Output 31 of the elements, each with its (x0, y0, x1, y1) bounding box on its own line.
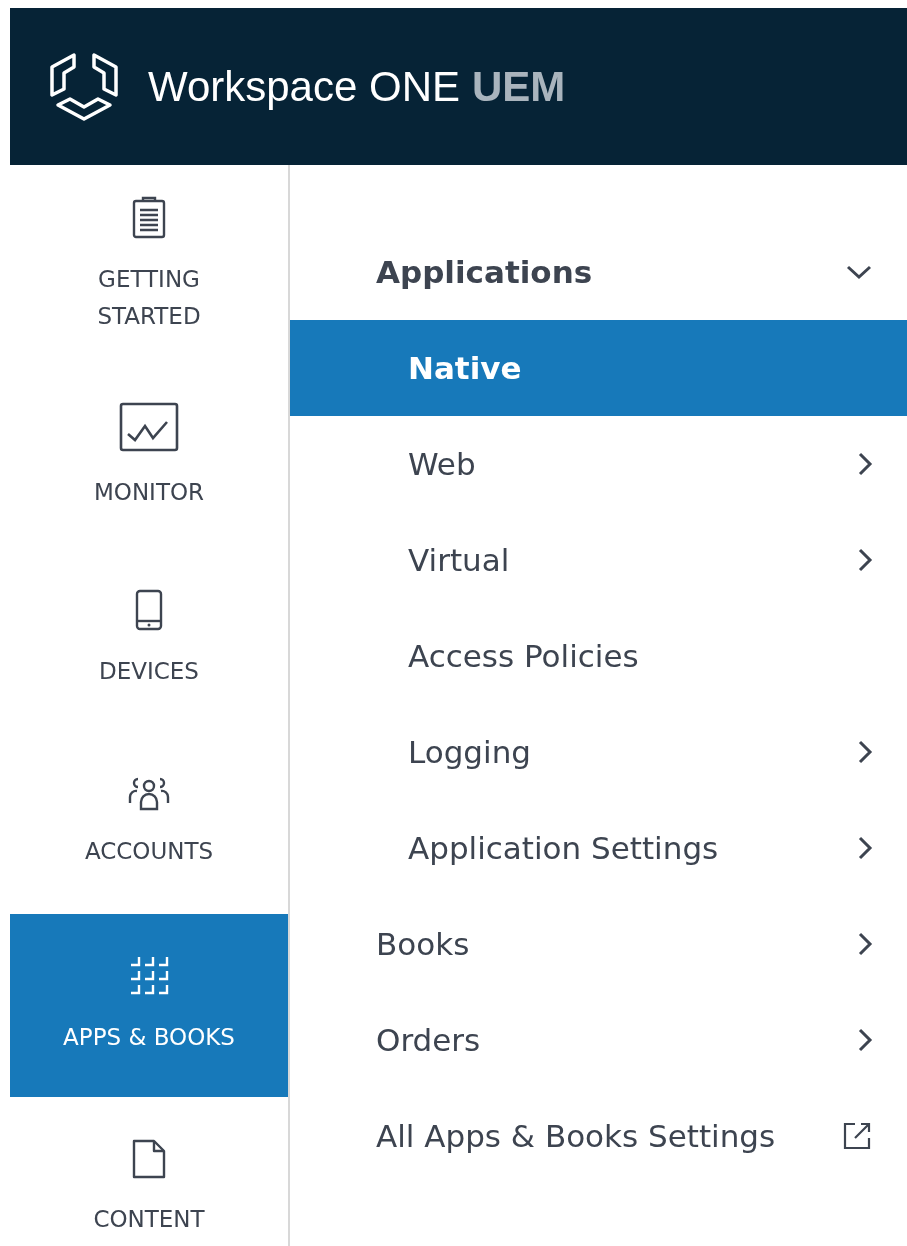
chevron-right-icon (857, 931, 873, 957)
menu-item[interactable]: Logging (290, 704, 907, 800)
menu-item[interactable]: Access Policies (290, 608, 907, 704)
chevron-right-icon (857, 1027, 873, 1053)
chart-screen-icon (119, 402, 179, 452)
document-icon (132, 1139, 166, 1179)
menu-item[interactable]: Native (290, 320, 907, 416)
people-icon (128, 775, 170, 811)
menu-item[interactable]: Orders (290, 992, 907, 1088)
sidebar-item[interactable]: MONITOR (10, 365, 288, 548)
clipboard-icon (131, 195, 167, 239)
sidebar-item[interactable]: CONTENT (10, 1097, 288, 1246)
chevron-right-icon (857, 835, 873, 861)
menu-item[interactable]: Virtual (290, 512, 907, 608)
menu-item[interactable]: Applications (290, 224, 907, 320)
sidebar-item[interactable]: DEVICES (10, 548, 288, 731)
menu-item[interactable]: Application Settings (290, 800, 907, 896)
menu-item[interactable]: All Apps & Books Settings (290, 1088, 907, 1184)
menu-item[interactable]: Books (290, 896, 907, 992)
sidebar-item[interactable]: ACCOUNTS (10, 731, 288, 914)
phone-icon (135, 589, 163, 631)
product-suffix: UEM (472, 62, 566, 111)
sidebar-item[interactable]: GETTING STARTED (10, 165, 288, 365)
external-link-icon (841, 1120, 873, 1152)
chevron-right-icon (857, 547, 873, 573)
product-name: Workspace ONE (148, 62, 460, 111)
chevron-down-icon (845, 264, 873, 280)
sidebar-item[interactable]: APPS & BOOKS (10, 914, 288, 1097)
menu-item[interactable]: Web (290, 416, 907, 512)
chevron-right-icon (857, 739, 873, 765)
chevron-right-icon (857, 451, 873, 477)
